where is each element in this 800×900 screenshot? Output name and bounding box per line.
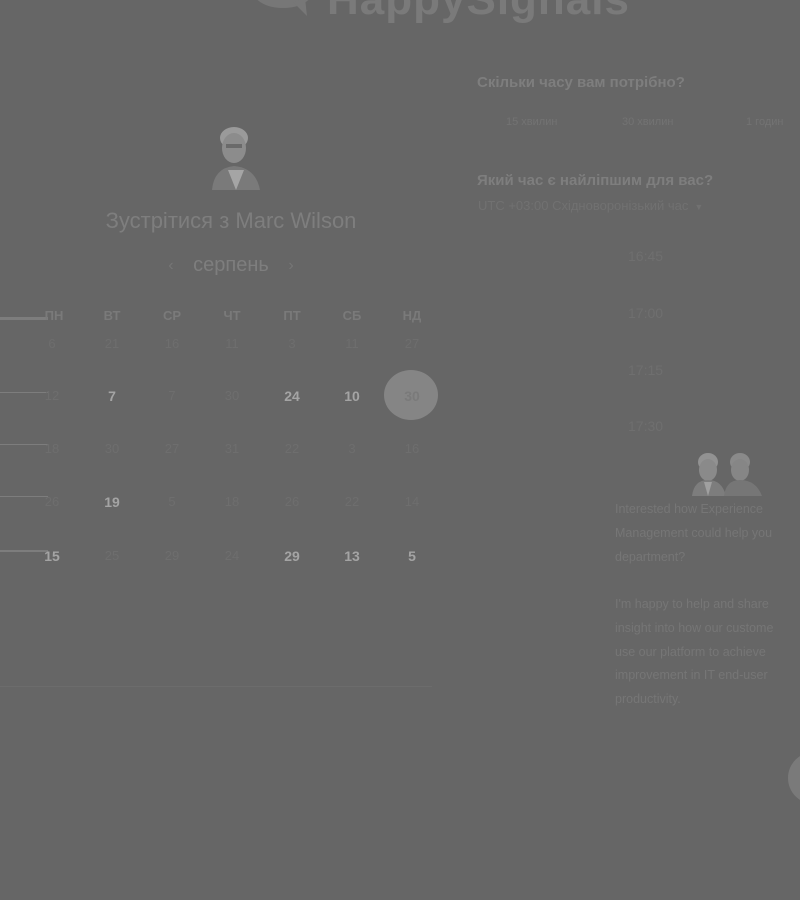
weekday-label: СР [162,308,182,323]
calendar-day: 14 [404,494,420,509]
calendar-day: 18 [44,441,60,456]
time-slot[interactable]: 17:00 [628,305,663,321]
logo-mark-icon [257,0,309,16]
weekday-label: ПТ [283,308,301,323]
chevron-down-icon: ▼ [694,202,704,212]
calendar-day-available[interactable]: 19 [82,494,142,510]
calendar-divider [0,686,432,687]
calendar-day-available[interactable]: 10 [322,388,382,404]
duration-option-60[interactable]: 1 годин [746,116,783,128]
calendar-day: 16 [404,441,420,456]
month-navigation: ‹ серпень › [0,254,462,277]
happysignals-logo: HappySignals [245,0,630,28]
meeting-title: Зустрітися з Marc Wilson [105,208,357,233]
help-paragraph: I'm happy to help and share insight into… [615,597,774,707]
calendar-day: 5 [168,494,176,509]
calendar-day-available[interactable]: 24 [262,388,322,404]
weekday-label: ЧТ [223,308,241,323]
month-label: серпень [193,254,269,277]
prev-month-icon[interactable]: ‹ [158,257,183,275]
duration-options: 15 хвилин 30 хвилин 1 годин [478,116,800,132]
weekday-label: ПН [44,308,64,323]
calendar-day: 18 [224,494,240,509]
calendar-day: 31 [224,441,240,456]
host-avatar [212,127,260,190]
calendar-day-available[interactable]: 7 [82,388,142,404]
duration-option-15[interactable]: 15 хвилин [506,116,557,128]
weekday-label: СБ [342,308,362,323]
calendar-day-available[interactable]: 15 [22,548,82,564]
calendar-day: 22 [344,494,360,509]
logo-text: HappySignals [327,0,630,25]
calendar-day-available[interactable]: 13 [322,548,382,564]
weekday-label: НД [402,308,422,323]
time-slot[interactable]: 16:45 [628,248,663,264]
calendar-day-available[interactable]: 5 [382,548,442,564]
calendar-day: 26 [44,494,60,509]
calendar-day-available[interactable]: 29 [262,548,322,564]
next-month-icon[interactable]: › [278,257,303,275]
time-question: Який час є найліпшим для вас? [477,172,714,189]
calendar-day: 27 [164,441,180,456]
calendar-day: 26 [284,494,300,509]
chat-button[interactable] [788,752,800,804]
calendar-day: 3 [348,441,356,456]
calendar-day: 27 [404,336,420,351]
duration-question: Скільки часу вам потрібно? [477,74,685,91]
duration-option-30[interactable]: 30 хвилин [622,116,673,128]
intro-paragraph: Interested how Experience Management cou… [615,502,773,564]
team-avatars [692,453,762,496]
calendar-day: 3 [288,336,296,351]
calendar-day: 21 [104,336,120,351]
weekday-label: ВТ [103,308,121,323]
calendar-day: 22 [284,441,300,456]
calendar-day: 30 [224,388,240,403]
calendar-day: 7 [168,388,176,403]
calendar-day: 25 [104,548,120,563]
calendar-day: 29 [164,548,180,563]
timezone-select[interactable]: UTC +03:00 Східноворонізький час ▼ [478,198,703,213]
calendar-day: 24 [224,548,240,563]
timezone-value: UTC +03:00 Східноворонізький час [478,198,689,213]
calendar-day: 16 [164,336,180,351]
calendar-day: 30 [104,441,120,456]
calendar-day: 12 [44,388,60,403]
calendar-day: 11 [345,336,359,351]
calendar-day: 11 [225,336,239,351]
calendar-day: 6 [48,336,56,351]
time-slot[interactable]: 17:30 [628,418,663,434]
calendar-day-selected[interactable]: 30 [382,388,442,404]
time-slot[interactable]: 17:15 [628,362,663,378]
